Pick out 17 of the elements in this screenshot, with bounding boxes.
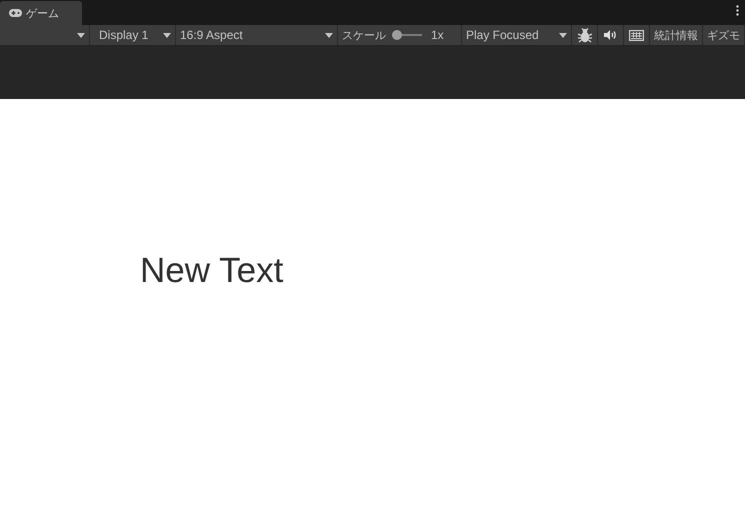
bug-icon [578, 28, 592, 42]
game-tab[interactable]: ゲーム [0, 1, 82, 25]
caret-icon [163, 32, 171, 38]
scale-reading: 1x [431, 28, 444, 42]
ui-text: New Text [140, 251, 284, 290]
gizmos-button[interactable]: ギズモ [703, 25, 745, 45]
speaker-icon [604, 30, 617, 40]
more-icon[interactable] [736, 5, 739, 16]
gamepad-icon [9, 9, 22, 17]
stats-button[interactable]: 統計情報 [650, 25, 703, 45]
caret-icon [559, 32, 567, 38]
caret-icon [77, 32, 85, 38]
slider-thumb[interactable] [392, 30, 402, 40]
tab-label: ゲーム [26, 6, 59, 20]
caret-icon [325, 32, 333, 38]
keyboard-icon [629, 30, 644, 40]
scale-label: スケール [342, 28, 386, 42]
